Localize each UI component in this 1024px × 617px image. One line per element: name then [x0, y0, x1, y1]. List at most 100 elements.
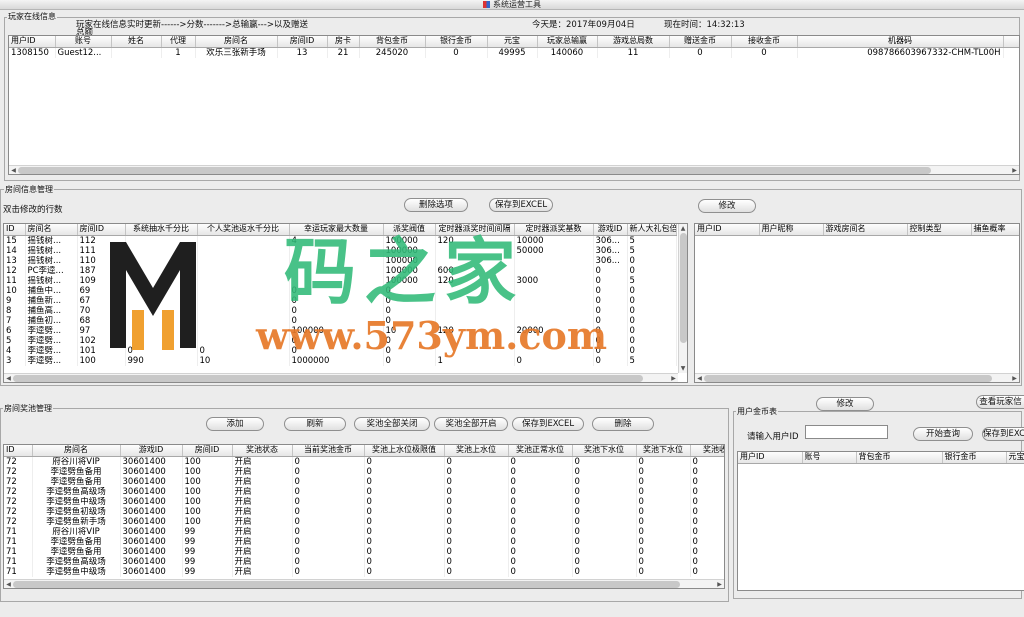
column-header[interactable]: 机器码	[797, 36, 1004, 48]
column-header[interactable]: 游戏ID	[120, 445, 183, 457]
scroll-right-icon[interactable]: ▶	[715, 580, 724, 589]
column-header[interactable]: 账号	[802, 452, 857, 464]
scroll-right-icon[interactable]: ▶	[669, 374, 678, 383]
column-header[interactable]: 奖池正常水位	[508, 445, 573, 457]
table-row[interactable]: 1308150 Guest12... 1 欢乐三张新手场 13 21 245020 0 4999…	[9, 47, 1019, 58]
column-header[interactable]: 银行金币	[425, 36, 488, 48]
scroll-left-icon[interactable]: ◀	[4, 580, 13, 589]
column-header[interactable]: 背包金币	[856, 452, 943, 464]
table-row[interactable]: 72 李逵劈鱼备用 30601400 100 开启 0 0 0 0 0 0 0	[4, 476, 724, 487]
column-header[interactable]: 游戏ID	[593, 224, 628, 236]
rooms-save-excel-button[interactable]: 保存到EXCEL	[489, 198, 553, 212]
column-header[interactable]: 系统抽水千分比	[125, 224, 198, 236]
table-cell: 开启	[232, 546, 293, 557]
table-row[interactable]: 72 李逵劈鱼备用 30601400 100 开启 0 0 0 0 0 0 0	[4, 466, 724, 477]
column-header[interactable]: 账号	[55, 36, 112, 48]
column-header[interactable]	[1003, 36, 1019, 48]
table-row[interactable]: 71 李逵劈鱼中级场 30601400 99 开启 0 0 0 0 0 0 0	[4, 566, 724, 577]
online-note: 玩家在线信息实时更新------>分数------->总输赢--->以及赠送	[76, 20, 308, 30]
column-header[interactable]: 奖池下水位	[572, 445, 637, 457]
view-player-info-button[interactable]: 查看玩家信	[976, 395, 1024, 409]
table-row[interactable]: 71 府谷川将VIP 30601400 99 开启 0 0 0 0 0 0 0	[4, 526, 724, 537]
column-header[interactable]: 个人奖池返水千分比	[197, 224, 290, 236]
column-header[interactable]: ID	[4, 224, 26, 236]
column-header[interactable]: 接收金币	[731, 36, 798, 48]
user-gold-modify-button[interactable]: 修改	[816, 397, 874, 411]
rooms-vscrollbar[interactable]: ▲ ▼	[678, 224, 687, 373]
start-query-button[interactable]: 开始查询	[913, 427, 973, 441]
column-header[interactable]: 游戏总局数	[597, 36, 670, 48]
table-row[interactable]: 72 李逵劈鱼高级场 30601400 100 开启 0 0 0 0 0 0 0	[4, 486, 724, 497]
column-header[interactable]: 元宝	[1006, 452, 1024, 464]
pool-save-excel-button[interactable]: 保存到EXCEL	[512, 417, 584, 431]
table-row[interactable]: 71 李逵劈鱼备用 30601400 99 开启 0 0 0 0 0 0 0	[4, 536, 724, 547]
column-header[interactable]: 房间名	[25, 224, 78, 236]
column-header[interactable]: 奖池上水位极限值	[364, 445, 445, 457]
pool-open-all-button[interactable]: 奖池全部开启	[434, 417, 508, 431]
column-header[interactable]: 房间ID	[77, 224, 126, 236]
scroll-left-icon[interactable]: ◀	[9, 166, 18, 175]
column-header[interactable]: 用户ID	[9, 36, 56, 48]
column-header[interactable]: 房间ID	[277, 36, 328, 48]
column-header[interactable]: 当前奖池金币	[292, 445, 365, 457]
add-button[interactable]: 添加	[206, 417, 264, 431]
scroll-up-icon[interactable]: ▲	[679, 224, 688, 233]
user-gold-grid[interactable]: 用户ID 账号 背包金币 银行金币 元宝	[737, 451, 1024, 591]
column-header[interactable]: 游戏房间名	[823, 224, 908, 236]
table-cell: 0	[690, 526, 724, 537]
refresh-button[interactable]: 刷新	[284, 417, 346, 431]
rooms-vscroll-thumb[interactable]	[679, 233, 687, 344]
user-gold-save-excel-button[interactable]: 保存到EXC	[982, 427, 1024, 441]
online-hscrollbar[interactable]: ◀ ▶	[9, 165, 1019, 174]
pool-grid[interactable]: ID 房间名 游戏ID 房间ID 奖池状态 当前奖池金币 奖池上水位极限值 奖池上水位 奖池正常…	[3, 444, 725, 589]
table-row[interactable]: 72 府谷川将VIP 30601400 100 开启 0 0 0 0 0 0 0	[4, 456, 724, 467]
column-header[interactable]: 定时器派奖基数	[514, 224, 594, 236]
column-header[interactable]: 房间名	[195, 36, 278, 48]
delete-option-button[interactable]: 删除选项	[404, 198, 468, 212]
column-header[interactable]: 代理	[161, 36, 196, 48]
column-header[interactable]: 新人大礼包倍	[627, 224, 677, 236]
column-header[interactable]: 房卡	[327, 36, 360, 48]
online-players-grid[interactable]: 用户ID 账号 姓名 代理 房间名 房间ID 房卡 背包金币 银行金币 元宝 玩家总输赢 游戏总局数赠…	[8, 35, 1020, 175]
scroll-left-icon[interactable]: ◀	[4, 374, 13, 383]
column-header[interactable]: 玩家总输赢	[537, 36, 598, 48]
control-grid[interactable]: 用户ID 用户昵称 游戏房间名 控制类型 捕鱼概率 ◀ ▶	[694, 223, 1020, 383]
scroll-right-icon[interactable]: ▶	[1010, 166, 1019, 175]
rooms-modify-button[interactable]: 修改	[698, 199, 756, 213]
table-row[interactable]: 71 李逵劈鱼备用 30601400 99 开启 0 0 0 0 0 0 0	[4, 546, 724, 557]
column-header[interactable]: 背包金币	[359, 36, 426, 48]
table-row[interactable]: 71 李逵劈鱼高级场 30601400 99 开启 0 0 0 0 0 0 0	[4, 556, 724, 567]
column-header[interactable]: 姓名	[111, 36, 162, 48]
pool-hscrollbar[interactable]: ◀ ▶	[4, 579, 724, 588]
column-header[interactable]: 用户ID	[738, 452, 803, 464]
column-header[interactable]: 银行金币	[942, 452, 1007, 464]
table-row[interactable]: 72 李逵劈鱼初级场 30601400 100 开启 0 0 0 0 0 0 0	[4, 506, 724, 517]
rooms-hscrollbar[interactable]: ◀ ▶	[4, 373, 678, 382]
column-header[interactable]: ID	[4, 445, 33, 457]
scroll-left-icon[interactable]: ◀	[695, 374, 704, 383]
table-row[interactable]: 72 李逵劈鱼中级场 30601400 100 开启 0 0 0 0 0 0 0	[4, 496, 724, 507]
rooms-hscroll-thumb[interactable]	[13, 374, 643, 382]
column-header[interactable]: 奖池状态	[232, 445, 293, 457]
column-header[interactable]: 奖池收益	[690, 445, 724, 457]
pool-hscroll-thumb[interactable]	[13, 580, 680, 588]
online-hscroll-thumb[interactable]	[18, 166, 931, 174]
column-header[interactable]: 房间ID	[182, 445, 233, 457]
column-header[interactable]: 用户ID	[695, 224, 760, 236]
table-row[interactable]: 72 李逵劈鱼新手场 30601400 100 开启 0 0 0 0 0 0 0	[4, 516, 724, 527]
column-header[interactable]: 赠送金币	[669, 36, 732, 48]
column-header[interactable]: 捕鱼概率	[971, 224, 1019, 236]
column-header[interactable]: 用户昵称	[759, 224, 824, 236]
pool-close-all-button[interactable]: 奖池全部关闭	[354, 417, 430, 431]
user-id-input[interactable]	[805, 425, 888, 439]
column-header[interactable]: 奖池上水位	[444, 445, 509, 457]
scroll-right-icon[interactable]: ▶	[1010, 374, 1019, 383]
column-header[interactable]: 房间名	[32, 445, 121, 457]
control-hscroll-thumb[interactable]	[704, 374, 992, 382]
pool-delete-button[interactable]: 删除	[592, 417, 654, 431]
column-header[interactable]: 控制类型	[907, 224, 972, 236]
scroll-down-icon[interactable]: ▼	[679, 364, 688, 373]
column-header[interactable]: 元宝	[487, 36, 538, 48]
column-header[interactable]: 奖池下水位	[636, 445, 691, 457]
control-hscrollbar[interactable]: ◀ ▶	[695, 373, 1019, 382]
